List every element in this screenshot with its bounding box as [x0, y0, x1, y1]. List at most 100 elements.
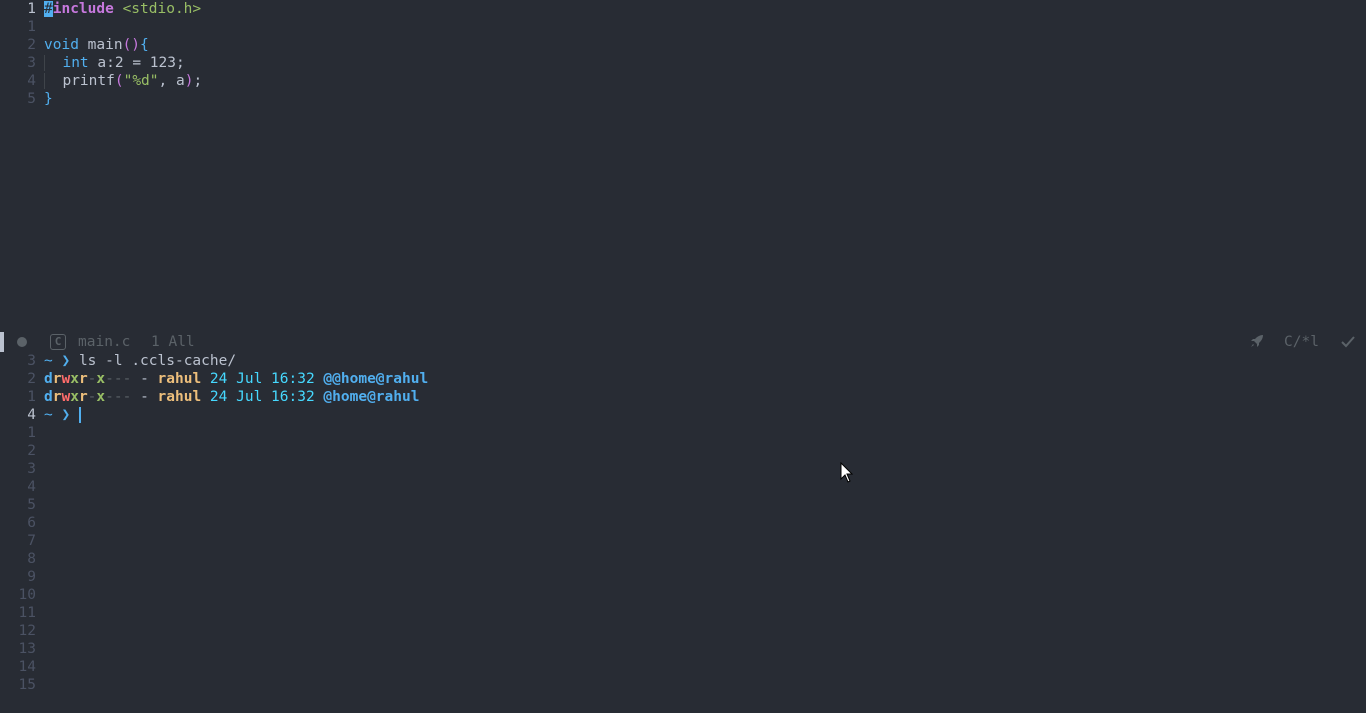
token: rahul: [157, 371, 202, 387]
terminal-pane[interactable]: 3 ~ ❯ ls -l .ccls-cache/2 drwxr-x--- - rah…: [0, 352, 1366, 694]
line-number: 7: [27, 533, 36, 549]
terminal-line[interactable]: 4 ~ ❯: [0, 406, 1366, 424]
editor-line-text: int a:2 = 123;: [44, 54, 185, 72]
token: printf: [62, 73, 115, 89]
terminal-buffer[interactable]: 3 ~ ❯ ls -l .ccls-cache/2 drwxr-x--- - rah…: [0, 352, 1366, 694]
editor-line[interactable]: 4 printf("%d", a);: [0, 72, 1366, 90]
token: @home@rahul: [323, 389, 420, 405]
editor-buffer[interactable]: 1 #include <stdio.h> 1 2 void main(){3 int a…: [0, 0, 1366, 108]
token: 123: [149, 55, 176, 71]
terminal-cursor: [78, 407, 81, 423]
editor-pane[interactable]: 1 #include <stdio.h> 1 2 void main(){3 int a…: [0, 0, 1366, 108]
terminal-line[interactable]: 11: [0, 604, 1366, 622]
line-number: 3: [27, 461, 36, 477]
token: ;: [175, 55, 185, 71]
terminal-line[interactable]: 7: [0, 532, 1366, 550]
token: ;: [193, 73, 203, 89]
token: d: [44, 389, 53, 405]
token: [44, 55, 63, 71]
token: ~: [44, 407, 62, 423]
modeline-active-bar: [0, 332, 4, 352]
editor-line-text: void main(){: [44, 36, 149, 54]
modeline: C main.c 1 All C/*l: [0, 332, 1366, 352]
token: (: [114, 73, 124, 89]
editor-line[interactable]: 2 void main(){: [0, 36, 1366, 54]
terminal-line[interactable]: 8: [0, 550, 1366, 568]
token: ~: [44, 353, 62, 369]
token: ---: [105, 371, 132, 387]
editor-line-text: }: [44, 90, 53, 108]
token: ---: [105, 389, 132, 405]
line-number: 2: [27, 371, 36, 387]
token: @@home@rahul: [323, 371, 429, 387]
editor-line[interactable]: 3 int a:2 = 123;: [0, 54, 1366, 72]
editor-line-text: printf("%d", a);: [44, 72, 202, 90]
terminal-line[interactable]: 12: [0, 622, 1366, 640]
line-number: 4: [27, 479, 36, 495]
terminal-line[interactable]: 15: [0, 676, 1366, 694]
token: r: [78, 389, 88, 405]
terminal-line[interactable]: 9: [0, 568, 1366, 586]
terminal-line-text: ~ ❯ ls -l .ccls-cache/: [44, 352, 236, 370]
mouse-pointer-icon: [840, 461, 854, 488]
token: "%d": [123, 73, 159, 89]
line-number: 1: [27, 389, 36, 405]
token: x: [70, 371, 79, 387]
token: w: [61, 389, 71, 405]
token: x: [96, 389, 106, 405]
terminal-line[interactable]: 14: [0, 658, 1366, 676]
line-number: 3: [27, 353, 36, 369]
terminal-line[interactable]: 3: [0, 460, 1366, 478]
terminal-line[interactable]: 6: [0, 514, 1366, 532]
editor-line[interactable]: 1: [0, 18, 1366, 36]
terminal-line-text: ~ ❯: [44, 406, 81, 424]
line-number: 15: [18, 677, 36, 693]
token: <stdio.h>: [122, 1, 202, 17]
terminal-line[interactable]: 10: [0, 586, 1366, 604]
terminal-line[interactable]: 13: [0, 640, 1366, 658]
token: rahul: [157, 389, 202, 405]
token: }: [44, 91, 53, 107]
line-number: 8: [27, 551, 36, 567]
line-number: 6: [27, 515, 36, 531]
terminal-line[interactable]: 4: [0, 478, 1366, 496]
token: {: [140, 37, 149, 53]
line-number: 11: [18, 605, 36, 621]
token: 24 Jul 16:32: [201, 371, 324, 387]
token: #: [44, 1, 53, 17]
line-number: 4: [27, 407, 36, 423]
token: x: [96, 371, 106, 387]
line-number: 13: [18, 641, 36, 657]
terminal-line[interactable]: 1 drwxr-x--- - rahul 24 Jul 16:32 @home@r…: [0, 388, 1366, 406]
token: w: [61, 371, 71, 387]
terminal-line-text: drwxr-x--- - rahul 24 Jul 16:32 @@home@r…: [44, 370, 428, 388]
line-number: 5: [27, 497, 36, 513]
line-number: 12: [18, 623, 36, 639]
editor-line-text: #include <stdio.h>: [44, 0, 201, 18]
token: main: [78, 37, 123, 53]
token: -: [131, 389, 158, 405]
token: a:2 =: [88, 55, 150, 71]
modeline-major-mode[interactable]: C/*l: [1284, 332, 1319, 352]
buffer-state-dot-icon: [17, 337, 27, 347]
editor-line[interactable]: 1 #include <stdio.h>: [0, 0, 1366, 18]
terminal-line[interactable]: 3 ~ ❯ ls -l .ccls-cache/: [0, 352, 1366, 370]
token: [44, 73, 63, 89]
terminal-line[interactable]: 2 drwxr-x--- - rahul 24 Jul 16:32 @@home@…: [0, 370, 1366, 388]
terminal-line[interactable]: 1: [0, 424, 1366, 442]
terminal-line[interactable]: 2: [0, 442, 1366, 460]
line-number: 3: [27, 55, 36, 71]
line-number: 2: [27, 37, 36, 53]
line-number: 14: [18, 659, 36, 675]
line-number: 2: [27, 443, 36, 459]
token: , a: [158, 73, 185, 89]
line-number: 1: [27, 19, 36, 35]
terminal-line[interactable]: 5: [0, 496, 1366, 514]
modeline-file-name[interactable]: main.c: [78, 332, 130, 352]
token: (): [122, 37, 141, 53]
editor-line[interactable]: 5}: [0, 90, 1366, 108]
token: d: [44, 371, 53, 387]
line-number: 5: [27, 91, 36, 107]
line-number: 1: [27, 1, 36, 17]
